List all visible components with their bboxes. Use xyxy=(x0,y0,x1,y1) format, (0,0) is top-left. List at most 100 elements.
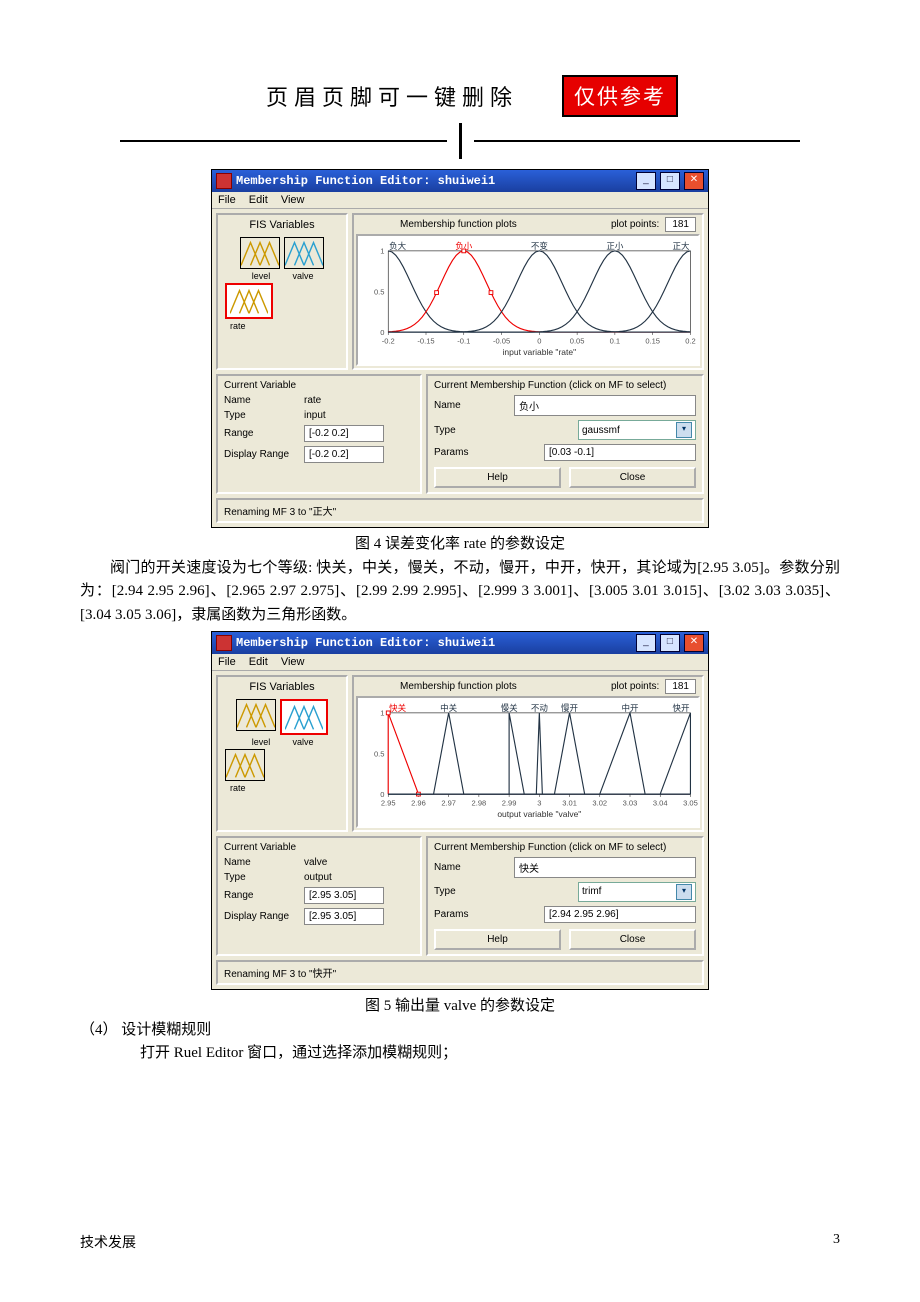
cvar-name-label: Name xyxy=(224,857,304,868)
section-body: 打开 Ruel Editor 窗口，通过选择添加模糊规则； xyxy=(80,1042,840,1065)
fis-var-rate[interactable] xyxy=(225,283,273,319)
window-title: Membership Function Editor: shuiwei1 xyxy=(236,174,635,188)
plot-points-label: plot points: xyxy=(611,219,659,230)
panel-title: Current Variable xyxy=(224,380,414,391)
menu-file[interactable]: File xyxy=(218,194,236,206)
svg-text:0.5: 0.5 xyxy=(374,287,385,296)
menu-file[interactable]: File xyxy=(218,656,236,668)
svg-text:不变: 不变 xyxy=(531,241,549,251)
titlebar[interactable]: Membership Function Editor: shuiwei1 _ □… xyxy=(212,170,708,192)
mf-plot-rate[interactable]: 00.51-0.2-0.15-0.1-0.0500.050.10.150.2in… xyxy=(356,234,700,366)
svg-text:output variable "valve": output variable "valve" xyxy=(497,809,581,819)
mf-type-label: Type xyxy=(434,886,514,897)
menu-view[interactable]: View xyxy=(281,194,305,206)
status-bar: Renaming MF 3 to "快开" xyxy=(216,960,704,985)
fis-var-rate[interactable] xyxy=(225,749,265,781)
svg-text:2.97: 2.97 xyxy=(441,798,456,807)
svg-text:0.5: 0.5 xyxy=(374,749,385,758)
svg-text:不动: 不动 xyxy=(531,703,549,713)
svg-text:中开: 中开 xyxy=(621,703,639,713)
mf-params-input[interactable]: [0.03 -0.1] xyxy=(544,444,696,461)
menu-edit[interactable]: Edit xyxy=(249,194,268,206)
cvar-display-range-input[interactable]: [2.95 3.05] xyxy=(304,908,384,925)
fis-var-valve[interactable] xyxy=(280,699,328,735)
svg-text:2.98: 2.98 xyxy=(472,798,487,807)
body-text: 阀门的开关速度设为七个等级: 快关，中关，慢关，不动，慢开，中开，快开，其论域为… xyxy=(80,557,840,627)
header-text: 页眉页脚可一键删除 xyxy=(266,80,518,112)
svg-text:0.2: 0.2 xyxy=(685,336,696,345)
svg-text:3.05: 3.05 xyxy=(683,798,698,807)
current-mf-panel: Current Membership Function (click on MF… xyxy=(426,374,704,494)
close-button[interactable]: Close xyxy=(569,929,696,950)
minimize-button[interactable]: _ xyxy=(636,172,656,190)
svg-text:3.03: 3.03 xyxy=(623,798,638,807)
window-title: Membership Function Editor: shuiwei1 xyxy=(236,636,635,650)
section-num: （4） xyxy=(80,1022,118,1038)
fis-variables-label: FIS Variables xyxy=(222,219,342,231)
svg-text:-0.05: -0.05 xyxy=(493,336,510,345)
fis-variables-label: FIS Variables xyxy=(222,681,342,693)
mf-name-label: Name xyxy=(434,400,514,411)
maximize-button[interactable]: □ xyxy=(660,172,680,190)
svg-text:慢关: 慢关 xyxy=(501,703,519,713)
cvar-range-label: Range xyxy=(224,890,304,901)
current-variable-panel: Current Variable NamerateTypeinputRange[… xyxy=(216,374,422,494)
plot-points-input[interactable]: 181 xyxy=(665,217,696,232)
cvar-display-range-input[interactable]: [-0.2 0.2] xyxy=(304,446,384,463)
minimize-button[interactable]: _ xyxy=(636,634,656,652)
header-divider xyxy=(120,123,800,159)
fis-var-valve[interactable] xyxy=(284,237,324,269)
svg-text:3.04: 3.04 xyxy=(653,798,668,807)
panel-title: Current Membership Function (click on MF… xyxy=(434,380,696,391)
svg-text:1: 1 xyxy=(380,247,384,256)
help-button[interactable]: Help xyxy=(434,467,561,488)
app-icon xyxy=(216,173,232,189)
mf-params-input[interactable]: [2.94 2.95 2.96] xyxy=(544,906,696,923)
cvar-range-label: Range xyxy=(224,428,304,439)
plot-points-input[interactable]: 181 xyxy=(665,679,696,694)
mf-name-input[interactable]: 快关 xyxy=(514,857,696,878)
svg-text:3.01: 3.01 xyxy=(562,798,577,807)
fis-var-level[interactable] xyxy=(240,237,280,269)
svg-text:2.99: 2.99 xyxy=(502,798,517,807)
cvar-type-label: Type xyxy=(224,872,304,883)
close-button[interactable]: ✕ xyxy=(684,172,704,190)
close-button[interactable]: ✕ xyxy=(684,634,704,652)
help-button[interactable]: Help xyxy=(434,929,561,950)
figure-caption-4: 图 4 误差变化率 rate 的参数设定 xyxy=(80,532,840,553)
menubar: File Edit View xyxy=(212,192,708,209)
figure-caption-5: 图 5 输出量 valve 的参数设定 xyxy=(80,994,840,1015)
svg-text:3.02: 3.02 xyxy=(592,798,607,807)
svg-text:负大: 负大 xyxy=(389,241,407,251)
menu-view[interactable]: View xyxy=(281,656,305,668)
fis-variables-panel: FIS Variables levelvalve rate xyxy=(216,675,348,832)
plot-title: Membership function plots xyxy=(400,219,517,230)
current-mf-panel: Current Membership Function (click on MF… xyxy=(426,836,704,956)
editor-window-valve: Membership Function Editor: shuiwei1 _ □… xyxy=(211,631,709,990)
svg-text:快开: 快开 xyxy=(672,703,690,713)
chevron-down-icon: ▾ xyxy=(676,422,692,438)
titlebar[interactable]: Membership Function Editor: shuiwei1 _ □… xyxy=(212,632,708,654)
cvar-display-range-label: Display Range xyxy=(224,449,304,460)
app-icon xyxy=(216,635,232,651)
svg-text:0.1: 0.1 xyxy=(610,336,621,345)
maximize-button[interactable]: □ xyxy=(660,634,680,652)
mf-name-input[interactable]: 负小 xyxy=(514,395,696,416)
mf-type-select[interactable]: trimf▾ xyxy=(578,882,696,902)
footer-page-num: 3 xyxy=(833,1232,840,1252)
svg-text:0: 0 xyxy=(537,336,541,345)
mf-plot-valve[interactable]: 00.512.952.962.972.982.9933.013.023.033.… xyxy=(356,696,700,828)
close-button[interactable]: Close xyxy=(569,467,696,488)
svg-text:0.15: 0.15 xyxy=(645,336,660,345)
menu-edit[interactable]: Edit xyxy=(249,656,268,668)
cvar-range-input[interactable]: [-0.2 0.2] xyxy=(304,425,384,442)
plot-points-label: plot points: xyxy=(611,681,659,692)
cvar-range-input[interactable]: [2.95 3.05] xyxy=(304,887,384,904)
cvar-display-range-label: Display Range xyxy=(224,911,304,922)
mf-type-select[interactable]: gaussmf▾ xyxy=(578,420,696,440)
cvar-type-label: Type xyxy=(224,410,304,421)
page-header: 页眉页脚可一键删除 仅供参考 xyxy=(80,75,840,117)
svg-text:-0.1: -0.1 xyxy=(457,336,470,345)
panel-title: Current Variable xyxy=(224,842,414,853)
fis-var-level[interactable] xyxy=(236,699,276,731)
